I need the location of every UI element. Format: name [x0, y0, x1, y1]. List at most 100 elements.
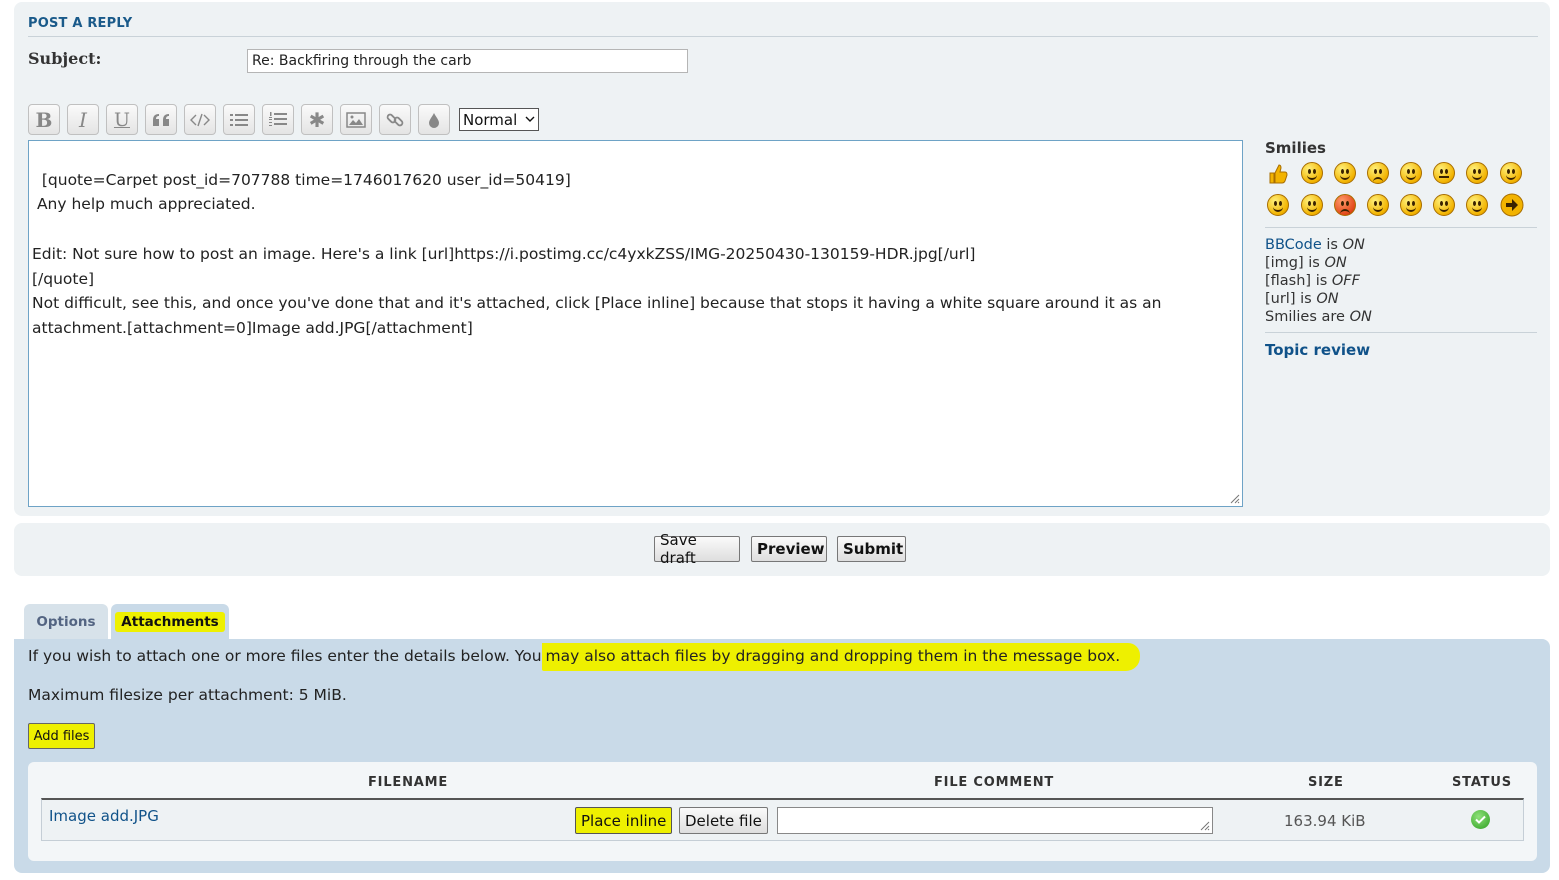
message-textarea[interactable]: [quote=Carpet post_id=707788 time=174601…	[28, 140, 1243, 507]
quote-button[interactable]	[145, 104, 177, 135]
submit-button[interactable]: Submit	[837, 536, 906, 562]
image-button[interactable]	[340, 104, 372, 135]
bold-icon: B	[35, 107, 53, 132]
smiley-arrow-icon[interactable]	[1500, 193, 1524, 217]
italic-button[interactable]: I	[67, 104, 99, 135]
link-button[interactable]	[379, 104, 411, 135]
quote-icon	[153, 113, 169, 126]
img-label: [img]	[1265, 255, 1304, 271]
smiley-confused-icon[interactable]	[1433, 162, 1455, 184]
flash-is: is	[1315, 273, 1328, 289]
thumbs-up-icon[interactable]	[1267, 163, 1289, 185]
preview-button[interactable]: Preview	[751, 536, 827, 562]
column-status: STATUS	[1452, 775, 1512, 790]
img-status-line: [img] is ON	[1265, 254, 1372, 272]
add-files-button[interactable]: Add files	[28, 723, 95, 749]
table-row: Image add.JPG Place inline Delete file 1…	[41, 798, 1524, 841]
url-state: ON	[1316, 291, 1339, 307]
smiley-lol-icon[interactable]	[1267, 194, 1289, 216]
status-check-icon	[1471, 810, 1490, 829]
font-color-icon	[429, 112, 439, 128]
smiley-mouth	[1506, 175, 1516, 180]
subject-input[interactable]	[247, 49, 688, 73]
code-button[interactable]	[184, 104, 216, 135]
smiley-tongue-icon[interactable]	[1301, 194, 1323, 216]
sidebar-divider	[1265, 227, 1537, 228]
bbcode-status-line: BBCode is ON	[1265, 236, 1372, 254]
image-icon	[346, 111, 366, 128]
file-name-link[interactable]: Image add.JPG	[49, 807, 159, 825]
smiley-sad-icon[interactable]	[1367, 162, 1389, 184]
flash-label: [flash]	[1265, 273, 1312, 289]
bold-button[interactable]: B	[28, 104, 60, 135]
smiley-mad-icon[interactable]	[1334, 194, 1356, 216]
smiley-mouth	[1273, 207, 1283, 212]
attach-intro-highlight: may also attach files by dragging and dr…	[541, 643, 1141, 671]
tab-attachments[interactable]: Attachments	[111, 604, 229, 639]
font-color-button[interactable]	[418, 104, 450, 135]
post-reply-heading: POST A REPLY	[28, 16, 1538, 37]
smiley-mouth	[1439, 207, 1449, 212]
column-size: SIZE	[1308, 775, 1344, 790]
tab-attachments-label: Attachments	[115, 611, 225, 632]
numbered-list-button[interactable]	[262, 104, 294, 135]
bbcode-link[interactable]: BBCode	[1265, 237, 1322, 253]
delete-file-button[interactable]: Delete file	[679, 807, 768, 834]
underline-icon: U	[113, 108, 130, 131]
underline-button[interactable]: U	[106, 104, 138, 135]
list-button[interactable]	[223, 104, 255, 135]
save-draft-button[interactable]: Save draft	[654, 531, 740, 567]
smiley-mouth	[1406, 175, 1416, 180]
smiley-cool-icon[interactable]	[1466, 162, 1488, 184]
tab-options-label: Options	[36, 613, 96, 630]
sidebar-divider	[1265, 332, 1537, 333]
smiley-grin-icon[interactable]	[1301, 162, 1323, 184]
place-inline-button[interactable]: Place inline	[575, 807, 673, 834]
url-is: is	[1300, 291, 1312, 307]
img-is: is	[1308, 255, 1320, 271]
smiley-evil-icon[interactable]	[1400, 194, 1422, 216]
smiley-embarrassed-icon[interactable]	[1367, 194, 1389, 216]
img-state: ON	[1324, 255, 1347, 271]
url-label: [url]	[1265, 291, 1296, 307]
smiley-eek-icon[interactable]	[1400, 162, 1422, 184]
attach-intro-text: If you wish to attach one or more files …	[28, 647, 542, 665]
smiley-mouth	[1373, 177, 1383, 182]
subject-label: Subject:	[28, 49, 102, 68]
smiley-surprised-icon[interactable]	[1334, 162, 1356, 184]
bbcode-is: is	[1326, 237, 1338, 253]
message-text: [quote=Carpet post_id=707788 time=174601…	[32, 170, 1162, 337]
url-status-line: [url] is ON	[1265, 290, 1372, 308]
font-size-select[interactable]: Normal	[459, 108, 539, 131]
attach-intro: If you wish to attach one or more files …	[28, 643, 1141, 671]
resize-handle-icon[interactable]	[1228, 492, 1240, 504]
smiley-laugh-icon[interactable]	[1500, 162, 1522, 184]
smiley-mouth	[1307, 175, 1317, 180]
chevron-down-icon	[525, 116, 535, 122]
bbcode-status: BBCode is ON [img] is ON [flash] is OFF …	[1265, 236, 1372, 326]
smiley-wink-icon[interactable]	[1466, 194, 1488, 216]
smiley-rolleyes-icon[interactable]	[1433, 194, 1455, 216]
smilies-state: ON	[1349, 309, 1372, 325]
flash-state: OFF	[1331, 273, 1360, 289]
smiley-mouth	[1472, 207, 1482, 212]
code-icon	[190, 113, 210, 126]
list-icon	[230, 113, 248, 126]
bbcode-state: ON	[1342, 237, 1365, 253]
file-size: 163.94 KiB	[1284, 812, 1366, 830]
smilies-title: Smilies	[1265, 139, 1326, 157]
file-table: FILENAME FILE COMMENT SIZE STATUS Image …	[28, 762, 1537, 861]
topic-review-link[interactable]: Topic review	[1265, 341, 1370, 359]
font-size-value: Normal	[463, 110, 518, 129]
smilies-status-line: Smilies are ON	[1265, 308, 1372, 326]
numbered-list-icon	[269, 112, 287, 126]
smiley-mouth	[1439, 175, 1449, 178]
smiley-mouth	[1307, 207, 1317, 212]
resize-handle-icon[interactable]	[1198, 819, 1210, 831]
column-file-comment: FILE COMMENT	[934, 775, 1055, 790]
tab-options[interactable]: Options	[24, 604, 108, 639]
list-item-button[interactable]: ✱	[301, 104, 333, 135]
smiley-mouth	[1340, 175, 1350, 180]
file-comment-input[interactable]	[777, 807, 1213, 834]
smiley-mouth	[1340, 209, 1350, 214]
